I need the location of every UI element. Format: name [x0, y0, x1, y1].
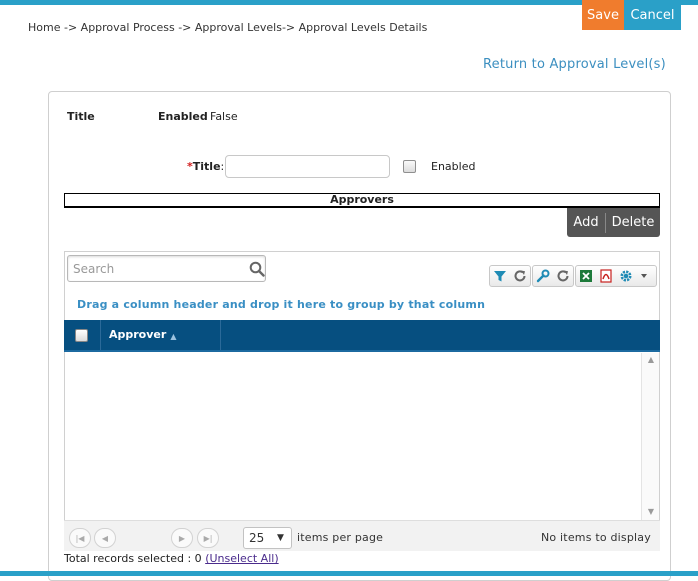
- grid-search-box: [67, 255, 266, 282]
- title-label-text: Title: [192, 160, 221, 173]
- selected-count-label: Total records selected : 0: [64, 552, 202, 565]
- bottom-accent-bar: [0, 571, 698, 576]
- save-button[interactable]: Save: [582, 0, 624, 30]
- records-selected-status: Total records selected : 0 (Unselect All…: [64, 552, 279, 565]
- first-page-icon[interactable]: |◀: [69, 528, 91, 548]
- breadcrumb: Home -> Approval Process -> Approval Lev…: [28, 21, 428, 34]
- grid-header: Approver ▲: [64, 320, 660, 352]
- cancel-button[interactable]: Cancel: [624, 0, 681, 30]
- excel-icon[interactable]: [576, 266, 596, 286]
- page-size-caret-icon: ▼: [277, 533, 284, 543]
- page-size-value: 25: [249, 531, 265, 545]
- title-label-colon: :: [220, 160, 225, 173]
- export-tool-group: [575, 265, 657, 287]
- select-all-cell: [64, 320, 101, 350]
- caret-down-icon[interactable]: [636, 266, 652, 286]
- last-page-icon[interactable]: ▶|: [197, 528, 219, 548]
- page-size-select[interactable]: 25 ▼: [243, 527, 292, 549]
- no-items-label: No items to display: [541, 531, 651, 544]
- filter-tool-group: [489, 265, 531, 287]
- previous-page-icon[interactable]: ◀: [94, 528, 116, 548]
- scroll-up-icon[interactable]: ▲: [646, 355, 656, 365]
- wrench-icon[interactable]: [533, 266, 553, 286]
- unselect-all-link[interactable]: (Unselect All): [205, 552, 278, 565]
- delete-approver-button[interactable]: Delete: [606, 208, 660, 237]
- grid-pager: |◀ ◀ ▶ ▶| 25 ▼ items per page No items t…: [64, 520, 660, 551]
- pdf-icon[interactable]: [596, 266, 616, 286]
- next-page-icon[interactable]: ▶: [171, 528, 193, 548]
- summary-enabled-value: False: [210, 110, 238, 123]
- refresh-icon[interactable]: [510, 266, 530, 286]
- enabled-checkbox[interactable]: [403, 160, 416, 173]
- add-approver-button[interactable]: Add: [567, 208, 605, 237]
- approvers-actions: Add Delete: [567, 208, 660, 237]
- enabled-field-label: Enabled: [431, 160, 476, 173]
- select-all-checkbox[interactable]: [75, 329, 88, 342]
- gear-icon[interactable]: [616, 266, 636, 286]
- summary-enabled-label: Enabled: [158, 110, 208, 123]
- return-to-approval-levels-link[interactable]: Return to Approval Level(s): [483, 57, 666, 72]
- approvers-grid: [64, 251, 660, 551]
- column-header-approver[interactable]: Approver ▲: [101, 320, 221, 350]
- reset-icon[interactable]: [553, 266, 573, 286]
- approvers-section-header: Approvers: [64, 193, 660, 208]
- approver-column-text: Approver: [109, 328, 167, 341]
- title-field-label: *Title:: [187, 160, 224, 173]
- group-by-drop-hint[interactable]: Drag a column header and drop it here to…: [77, 298, 485, 311]
- search-icon[interactable]: [249, 261, 265, 277]
- grid-vertical-scrollbar[interactable]: ▲ ▼: [641, 353, 659, 520]
- approver-column-label: Approver ▲: [109, 328, 176, 341]
- sort-ascending-icon: ▲: [170, 332, 177, 341]
- column-tool-group: [532, 265, 574, 287]
- scroll-down-icon[interactable]: ▼: [646, 507, 656, 517]
- title-input[interactable]: [225, 155, 390, 178]
- summary-title-label: Title: [67, 110, 95, 123]
- items-per-page-label: items per page: [297, 531, 384, 544]
- filter-icon[interactable]: [490, 266, 510, 286]
- search-input[interactable]: [73, 260, 243, 278]
